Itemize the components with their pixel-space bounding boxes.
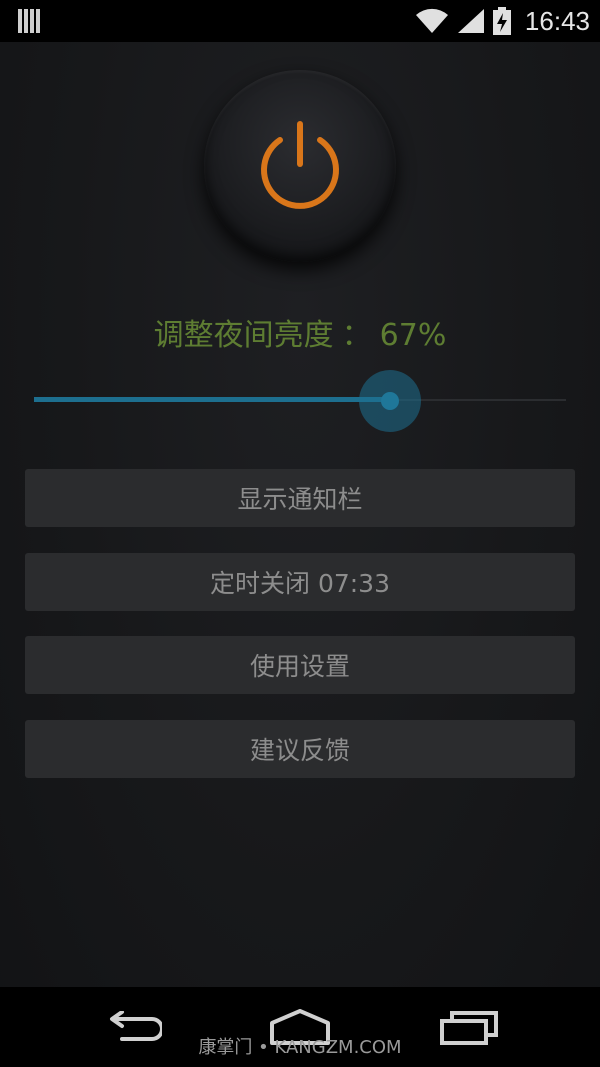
- slider-fill: [34, 397, 390, 402]
- status-bar: 16:43: [0, 0, 600, 42]
- slider-thumb[interactable]: [359, 370, 421, 432]
- signal-icon: [457, 9, 484, 33]
- usage-settings-button[interactable]: 使用设置: [25, 636, 575, 694]
- power-icon: [261, 121, 339, 209]
- brightness-separator: ：: [341, 318, 372, 353]
- brightness-slider[interactable]: [34, 370, 566, 432]
- slider-thumb-core: [381, 392, 399, 410]
- timer-close-button[interactable]: 定时关闭 07:33: [25, 553, 575, 611]
- brightness-value: 67%: [379, 318, 447, 353]
- watermark: 康掌门 • KANGZM.COM: [198, 1037, 402, 1058]
- feedback-button[interactable]: 建议反馈: [25, 720, 575, 778]
- show-notification-button[interactable]: 显示通知栏: [25, 469, 575, 527]
- status-icons: 16:43: [415, 0, 590, 42]
- status-time: 16:43: [524, 5, 590, 36]
- power-button[interactable]: [204, 70, 396, 262]
- brightness-label-text: 调整夜间亮度: [153, 318, 334, 353]
- wifi-icon: [415, 8, 448, 33]
- notification-bars-icon: [18, 9, 40, 33]
- battery-charging-icon: [492, 7, 511, 35]
- brightness-label: 调整夜间亮度： 67%: [0, 312, 600, 360]
- app-screen: 16:43 调整夜间亮度： 67% 显示通知栏 定时关闭 07:33 使用设置 建…: [0, 0, 600, 1067]
